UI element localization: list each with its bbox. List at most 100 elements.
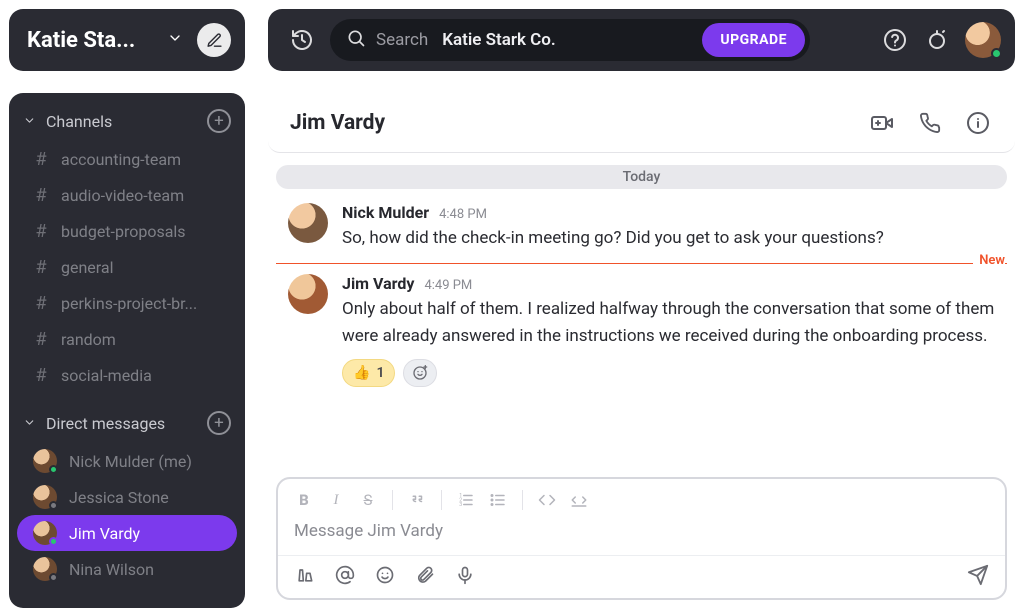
composer-input[interactable]: Message Jim Vardy [278, 517, 1005, 555]
channel-label: perkins-project-br... [61, 294, 197, 313]
search-label: Search [376, 30, 428, 50]
message-list[interactable]: Today Nick Mulder 4:48 PM So, how did th… [268, 153, 1015, 465]
sidebar-channel[interactable]: #general [9, 249, 245, 285]
send-button[interactable] [965, 562, 991, 588]
sidebar-dm[interactable]: Jessica Stone [9, 479, 245, 515]
audio-call-button[interactable] [915, 108, 945, 138]
sidebar-dm[interactable]: Nick Mulder (me) [9, 443, 245, 479]
message: Nick Mulder 4:48 PM So, how did the chec… [276, 197, 1007, 257]
reaction-count: 1 [376, 365, 384, 381]
help-button[interactable] [881, 26, 909, 54]
composer-actions [278, 555, 1005, 598]
svg-text:3: 3 [459, 502, 462, 508]
history-button[interactable] [288, 26, 316, 54]
voice-button[interactable] [452, 562, 478, 588]
separator [392, 490, 393, 510]
ordered-list-button[interactable]: 123 [452, 487, 480, 513]
avatar [33, 485, 57, 509]
new-messages-label: New [973, 253, 1005, 268]
composer: B I S 123 [276, 477, 1007, 600]
message-text: Only about half of them. I realized half… [342, 296, 995, 349]
toggle-formatting-button[interactable] [292, 562, 318, 588]
code-block-button[interactable] [565, 487, 593, 513]
chevron-down-icon [167, 30, 183, 50]
code-button[interactable] [533, 487, 561, 513]
avatar [33, 449, 57, 473]
video-call-button[interactable] [867, 108, 897, 138]
avatar [33, 557, 57, 581]
chat-header: Jim Vardy [268, 93, 1015, 153]
presence-indicator [49, 465, 58, 474]
workspace-name: Katie Sta... [27, 28, 161, 53]
dm-label: Jim Vardy [69, 524, 140, 543]
add-dm-button[interactable]: + [207, 411, 231, 435]
presence-indicator-online [991, 48, 1002, 59]
message-text: So, how did the check-in meeting go? Did… [342, 225, 995, 251]
attach-button[interactable] [412, 562, 438, 588]
bold-button[interactable]: B [290, 487, 318, 513]
italic-button[interactable]: I [322, 487, 350, 513]
emoji-button[interactable] [372, 562, 398, 588]
conversation-info-button[interactable] [963, 108, 993, 138]
avatar[interactable] [288, 203, 328, 243]
presence-indicator [49, 501, 58, 510]
dm-label: Nick Mulder (me) [69, 452, 192, 471]
new-messages-divider: New [276, 263, 1007, 264]
sidebar-channel[interactable]: # social-media [9, 357, 245, 393]
sidebar-channel[interactable]: # perkins-project-br... [9, 285, 245, 321]
mention-button[interactable] [332, 562, 358, 588]
reaction[interactable]: 👍 1 [342, 359, 395, 387]
upgrade-button[interactable]: UPGRADE [702, 23, 805, 57]
presence-indicator [49, 573, 58, 582]
separator [441, 490, 442, 510]
dms-header[interactable]: Direct messages + [9, 403, 245, 443]
channel-label: random [61, 330, 116, 349]
sidebar-channel[interactable]: #random [9, 321, 245, 357]
hash-icon: # [33, 149, 49, 170]
sidebar-dm[interactable]: Nina Wilson [9, 551, 245, 587]
add-reaction-button[interactable] [403, 359, 437, 387]
quote-button[interactable] [403, 487, 431, 513]
dms-header-label: Direct messages [46, 414, 165, 433]
channels-header[interactable]: Channels + [9, 101, 245, 141]
search-context: Katie Stark Co. [442, 30, 556, 50]
chat-pane: Jim Vardy Today Nick Mulder 4:48 PM [268, 93, 1015, 608]
topbar: Search Katie Stark Co. UPGRADE [268, 9, 1015, 71]
message-author[interactable]: Nick Mulder [342, 203, 429, 222]
chevron-down-icon [23, 414, 36, 433]
hash-icon: # [33, 293, 49, 314]
composer-placeholder: Message Jim Vardy [294, 521, 443, 541]
channel-label: social-media [61, 366, 152, 385]
sidebar-channel[interactable]: # accounting-team [9, 141, 245, 177]
workspace-switcher[interactable]: Katie Sta... [9, 9, 245, 71]
strike-button[interactable]: S [354, 487, 382, 513]
sidebar-channel[interactable]: # budget-proposals [9, 213, 245, 249]
chat-title: Jim Vardy [290, 111, 849, 135]
message-author[interactable]: Jim Vardy [342, 274, 414, 293]
add-channel-button[interactable]: + [207, 109, 231, 133]
edit-workspace-button[interactable] [197, 23, 231, 57]
hash-icon: # [33, 365, 49, 386]
avatar[interactable] [288, 274, 328, 314]
dm-label: Jessica Stone [69, 488, 169, 507]
current-user-avatar[interactable] [965, 22, 1001, 58]
channel-label: accounting-team [61, 150, 181, 169]
reactions-row: 👍 1 [342, 359, 995, 387]
date-divider: Today [276, 165, 1007, 189]
reaction-emoji: 👍 [353, 365, 370, 381]
search-icon [346, 28, 366, 52]
channel-label: audio-video-team [61, 186, 184, 205]
unordered-list-button[interactable] [484, 487, 512, 513]
hash-icon: # [33, 185, 49, 206]
sidebar-dm[interactable]: Jim Vardy [17, 515, 237, 551]
sidebar-channel[interactable]: # audio-video-team [9, 177, 245, 213]
channel-label: general [61, 258, 114, 277]
message-time: 4:48 PM [439, 207, 487, 222]
format-toolbar: B I S 123 [278, 479, 1005, 517]
channel-label: budget-proposals [61, 222, 186, 241]
hash-icon: # [33, 221, 49, 242]
sidebar: Channels + # accounting-team # audio-video-… [9, 93, 245, 608]
message-time: 4:49 PM [424, 278, 472, 293]
search-bar[interactable]: Search Katie Stark Co. UPGRADE [330, 19, 810, 61]
whats-new-button[interactable] [923, 26, 951, 54]
